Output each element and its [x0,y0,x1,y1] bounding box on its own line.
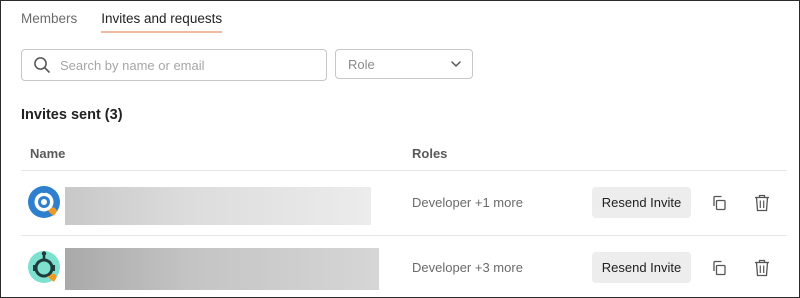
chevron-down-icon [451,61,461,67]
redacted-name [65,248,379,290]
row-roles: Developer +3 more [412,260,523,275]
robot-avatar-icon [28,186,60,218]
tab-members[interactable]: Members [21,1,77,35]
search-icon [33,55,53,75]
trash-icon[interactable] [752,193,772,213]
redacted-name [65,187,371,225]
search-box[interactable] [21,49,327,81]
section-title: Invites sent (3) [21,107,123,123]
search-input[interactable] [60,57,300,73]
copy-icon[interactable] [709,193,729,213]
column-header-name: Name [30,146,66,161]
table-header: Name Roles [21,137,787,171]
robot-avatar-icon [28,251,60,283]
column-header-roles: Roles [412,146,448,161]
copy-icon[interactable] [709,258,729,278]
row-roles: Developer +1 more [412,195,523,210]
role-filter-label: Role [348,56,375,72]
resend-invite-button[interactable]: Resend Invite [592,187,691,218]
tab-invites-and-requests[interactable]: Invites and requests [101,1,222,35]
trash-icon[interactable] [752,258,772,278]
invites-panel: Members Invites and requests Role Invite… [0,0,800,298]
table-row: Developer +1 more Resend Invite [21,171,787,236]
role-filter-dropdown[interactable]: Role [335,49,473,79]
resend-invite-button[interactable]: Resend Invite [592,252,691,283]
table-row: Developer +3 more Resend Invite [21,236,787,297]
tab-bar: Members Invites and requests [21,1,222,35]
